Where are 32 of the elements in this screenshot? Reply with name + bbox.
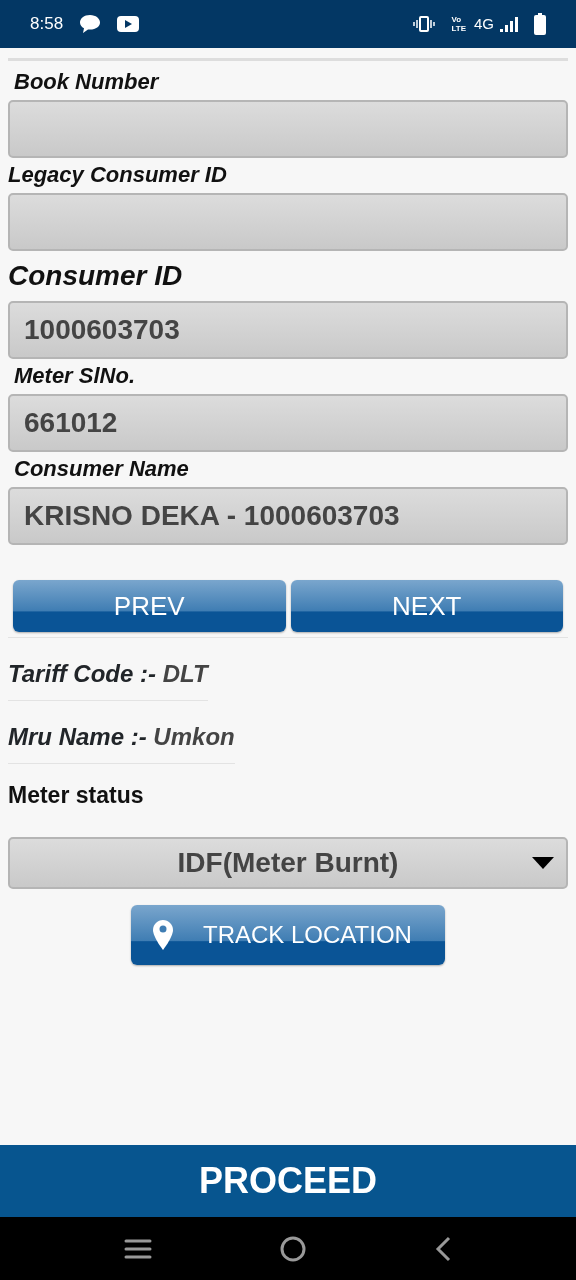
previous-button[interactable]: PREV (13, 580, 286, 632)
home-icon[interactable] (279, 1234, 307, 1263)
field-label: Consumer Name (13, 456, 190, 482)
info-text: Mru Name :- Umkon (8, 715, 235, 764)
proceed-button[interactable]: PROCEED (0, 1145, 576, 1217)
input-field[interactable] (8, 193, 568, 251)
field-label: Consumer ID (8, 263, 184, 289)
menu-icon[interactable] (123, 1237, 152, 1260)
battery-icon (534, 13, 546, 35)
dropdown-arrow-icon (532, 856, 554, 869)
chat-bubble-icon (79, 14, 102, 34)
field-label: Legacy Consumer ID (8, 162, 228, 188)
signal-icon (500, 16, 518, 32)
volte-text: LTE (451, 24, 466, 33)
meter-status-dropdown[interactable]: IDF(Meter Burnt) (8, 836, 568, 889)
volte-text: Vo (451, 15, 463, 24)
network-type-text: 4G (474, 13, 494, 34)
input-field[interactable] (8, 100, 568, 158)
vibrate-icon (413, 16, 436, 32)
track-location-button[interactable]: TRACK LOCATION (131, 904, 445, 965)
field-label: Meter SlNo. (13, 363, 137, 389)
location-pin-icon (153, 919, 173, 950)
meter-status-label: Meter status (8, 781, 145, 810)
back-icon[interactable] (434, 1235, 453, 1262)
clock-text: 8:58 (30, 13, 64, 36)
play-icon (117, 16, 140, 32)
input-field[interactable]: KRISNO DEKA - 1000603703 (8, 487, 568, 545)
input-field[interactable]: 1000603703 (8, 301, 568, 359)
info-text: Tariff Code :- DLT (8, 652, 208, 701)
input-field[interactable]: 661012 (8, 394, 568, 452)
field-label: Book Number (13, 69, 161, 95)
next-button[interactable]: NEXT (290, 580, 563, 632)
